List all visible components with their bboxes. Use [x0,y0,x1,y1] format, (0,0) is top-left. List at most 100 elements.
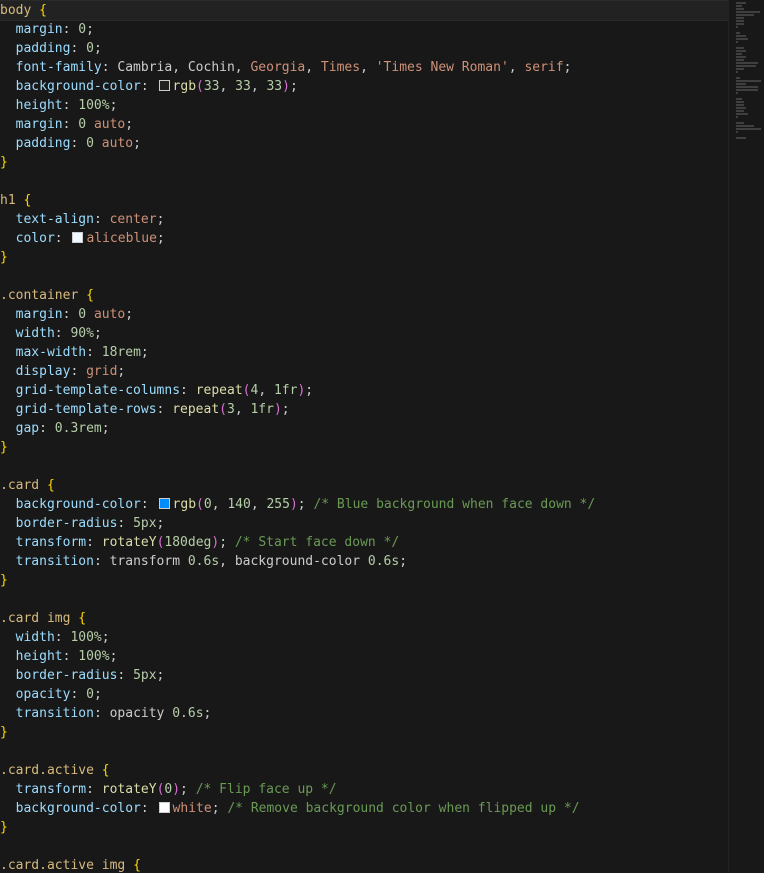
code-line[interactable]: transform: rotateY(180deg); /* Start fac… [0,533,728,552]
code-line[interactable] [0,837,728,856]
code-line[interactable] [0,457,728,476]
code-line[interactable]: gap: 0.3rem; [0,419,728,438]
code-token: ; [305,383,314,398]
code-line[interactable]: .card.active img { [0,856,728,873]
code-line[interactable]: .card.active { [0,761,728,780]
code-token: auto [93,307,126,322]
code-token: body [0,3,32,18]
code-token: : Cambria, Cochin, [101,60,251,75]
code-area[interactable]: body { margin: 0; padding: 0; font-famil… [0,0,729,873]
code-line[interactable]: margin: 0 auto; [0,305,728,324]
code-line[interactable]: } [0,248,728,267]
code-token: .container [0,288,79,303]
code-line[interactable] [0,172,728,191]
code-token: ; [101,630,110,645]
code-line[interactable] [0,267,728,286]
color-swatch[interactable] [158,498,170,509]
code-token: rgb [172,79,197,94]
code-line[interactable]: height: 100%; [0,647,728,666]
code-line[interactable]: } [0,723,728,742]
code-token: ; [289,79,298,94]
code-token: 0 [78,307,87,322]
code-line[interactable]: margin: 0 auto; [0,115,728,134]
code-token: } [0,820,8,835]
code-token: rotateY [101,535,157,550]
code-line[interactable]: opacity: 0; [0,685,728,704]
code-token: ; [86,22,94,37]
code-token: : [70,41,87,56]
code-line[interactable]: font-family: Cambria, Cochin, Georgia, T… [0,58,728,77]
code-line[interactable]: grid-template-rows: repeat(3, 1fr); [0,400,728,419]
code-token: ) [273,402,282,417]
code-line[interactable]: background-color: rgb(0, 140, 255); /* B… [0,495,728,514]
code-token: 0.6s [187,554,220,569]
minimap-line [736,8,744,10]
code-token: : [39,421,55,436]
code-token: height [15,98,63,113]
code-token: 180deg [164,535,212,550]
color-swatch[interactable] [158,802,170,813]
code-token: 0.6s [172,706,204,721]
code-line[interactable] [0,742,728,761]
code-line[interactable]: transition: transform 0.6s, background-c… [0,552,728,571]
code-line[interactable]: background-color: white; /* Remove backg… [0,799,728,818]
code-token: rgb [172,497,197,512]
code-token: ; [211,801,228,816]
code-line[interactable]: .container { [0,286,728,305]
code-line[interactable]: color: aliceblue; [0,229,728,248]
code-token: : [62,117,79,132]
code-token: border-radius [15,516,118,531]
code-line[interactable]: } [0,818,728,837]
code-line[interactable] [0,590,728,609]
code-line[interactable]: margin: 0; [0,20,728,39]
code-token: } [0,573,8,588]
code-line[interactable]: grid-template-columns: repeat(4, 1fr); [0,381,728,400]
color-swatch[interactable] [158,80,170,91]
code-line[interactable]: h1 { [0,191,728,210]
code-token: ( [219,402,227,417]
code-token: 100% [70,630,102,645]
code-line[interactable]: height: 100%; [0,96,728,115]
code-line[interactable]: width: 100%; [0,628,728,647]
code-line[interactable]: } [0,438,728,457]
code-token: .card.active img [0,858,126,873]
color-swatch[interactable] [72,232,84,243]
code-line[interactable]: body { [0,0,729,21]
code-line[interactable]: background-color: rgb(33, 33, 33); [0,77,728,96]
code-line[interactable]: width: 90%; [0,324,728,343]
code-token: 0 [78,117,87,132]
code-line[interactable]: transform: rotateY(0); /* Flip face up *… [0,780,728,799]
code-token: ) [211,535,220,550]
code-line[interactable]: max-width: 18rem; [0,343,728,362]
code-token: height [15,649,63,664]
code-line[interactable]: } [0,153,728,172]
code-line[interactable]: display: grid; [0,362,728,381]
code-editor[interactable]: body { margin: 0; padding: 0; font-famil… [0,0,764,873]
code-line[interactable]: padding: 0; [0,39,728,58]
code-line[interactable]: } [0,571,728,590]
code-token: : [62,22,79,37]
code-token: : [140,79,157,94]
code-token: ; [101,421,110,436]
code-token: 90% [70,326,94,341]
code-line[interactable]: text-align: center; [0,210,728,229]
code-token: : [54,231,71,246]
code-line[interactable]: transition: opacity 0.6s; [0,704,728,723]
code-token: : [70,364,87,379]
minimap-line [736,2,746,4]
code-token: : [117,516,134,531]
code-line[interactable]: padding: 0 auto; [0,134,728,153]
code-line[interactable]: .card img { [0,609,728,628]
minimap[interactable] [736,2,762,162]
code-token: : [62,307,79,322]
code-line[interactable]: border-radius: 5px; [0,514,728,533]
code-line[interactable]: border-radius: 5px; [0,666,728,685]
code-line[interactable]: .card { [0,476,728,495]
code-token: grid-template-rows [15,402,157,417]
